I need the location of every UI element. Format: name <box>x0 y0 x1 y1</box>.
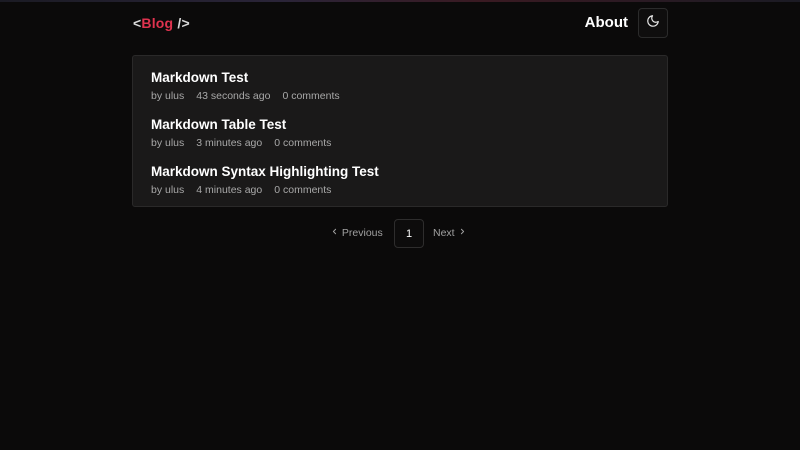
theme-toggle-button[interactable] <box>638 8 668 38</box>
pagination: Previous 1 Next <box>0 219 800 248</box>
page-number-button[interactable]: 1 <box>394 219 424 248</box>
list-item: Markdown Syntax Highlighting Test by ulu… <box>151 164 379 196</box>
post-time: 3 minutes ago <box>196 137 263 149</box>
site-header: <Blog /> About <box>133 8 668 38</box>
post-comments: 0 comments <box>274 184 332 196</box>
next-page-button[interactable]: Next <box>433 227 467 239</box>
post-title-link[interactable]: Markdown Syntax Highlighting Test <box>151 164 379 179</box>
post-comments: 0 comments <box>274 137 332 149</box>
post-meta: by ulus 3 minutes ago 0 comments <box>151 137 331 149</box>
post-title-link[interactable]: Markdown Table Test <box>151 117 331 132</box>
chevron-left-icon <box>330 227 339 239</box>
previous-page-button[interactable]: Previous <box>330 227 383 239</box>
post-title-link[interactable]: Markdown Test <box>151 70 340 85</box>
list-item: Markdown Test by ulus 43 seconds ago 0 com… <box>151 70 340 102</box>
post-time: 43 seconds ago <box>196 90 271 102</box>
logo-name: Blog <box>141 15 174 31</box>
post-meta: by ulus 43 seconds ago 0 comments <box>151 90 340 102</box>
nav-about-link[interactable]: About <box>585 14 628 31</box>
post-time: 4 minutes ago <box>196 184 263 196</box>
site-logo[interactable]: <Blog /> <box>133 15 190 31</box>
previous-label: Previous <box>341 227 383 239</box>
post-author: by ulus <box>151 184 185 196</box>
list-item: Markdown Table Test by ulus 3 minutes ago… <box>151 117 331 149</box>
chevron-right-icon <box>458 227 467 239</box>
post-author: by ulus <box>151 90 185 102</box>
post-meta: by ulus 4 minutes ago 0 comments <box>151 184 379 196</box>
post-comments: 0 comments <box>282 90 340 102</box>
logo-close-bracket: /> <box>173 15 190 31</box>
next-label: Next <box>433 227 455 239</box>
moon-icon <box>646 14 660 33</box>
post-author: by ulus <box>151 137 185 149</box>
post-list: Markdown Test by ulus 43 seconds ago 0 com… <box>132 55 668 207</box>
top-accent-line <box>0 0 800 2</box>
